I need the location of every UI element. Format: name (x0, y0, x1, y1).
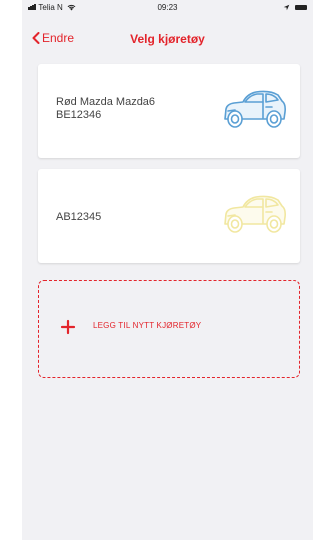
battery-icon (295, 5, 307, 11)
vehicle-info: AB12345 (56, 211, 101, 224)
car-icon (224, 90, 286, 128)
status-time: 09:23 (157, 3, 178, 12)
add-vehicle-button[interactable]: LEGG TIL NYTT KJØRETØY (38, 280, 300, 378)
car-icon (224, 195, 286, 233)
status-right (283, 3, 307, 12)
vehicle-plate: AB12345 (56, 211, 102, 223)
plus-icon (60, 319, 76, 335)
status-bar: Telia N 09:23 (22, 0, 313, 16)
navigation-bar: Endre Velg kjøretøy (22, 24, 313, 56)
vehicle-card[interactable]: Rød Mazda Mazda6 BE12346 (38, 64, 300, 158)
vehicle-info: Rød Mazda Mazda6 BE12346 (56, 96, 155, 122)
back-label: Endre (42, 31, 75, 45)
location-arrow-icon (283, 4, 290, 11)
app-screen: Telia N 09:23 Endre Velg kjøretøy Rød Ma… (22, 0, 313, 540)
chevron-left-icon (32, 32, 40, 44)
vehicle-card[interactable]: AB12345 (38, 169, 300, 263)
vehicle-plate: BE12346 (56, 109, 102, 121)
back-button[interactable]: Endre (32, 31, 74, 45)
vehicle-name: Rød Mazda Mazda6 (56, 96, 156, 108)
add-vehicle-label: LEGG TIL NYTT KJØRETØY (93, 321, 202, 330)
